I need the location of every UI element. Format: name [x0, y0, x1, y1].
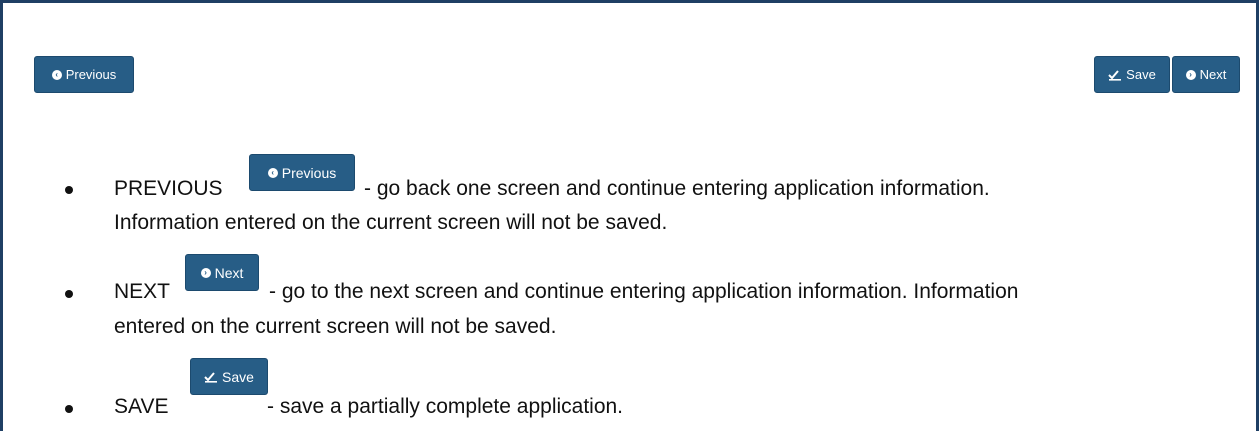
- next-button-example: › Next: [185, 254, 259, 291]
- previous-button-label: Previous: [65, 67, 117, 82]
- list-item-term: PREVIOUS: [114, 177, 223, 200]
- list-item-text: - go back one screen and continue enteri…: [364, 177, 990, 200]
- save-button-label: Save: [1126, 67, 1156, 82]
- list-item-term: SAVE: [114, 395, 169, 418]
- save-example-label: Save: [222, 368, 254, 385]
- save-check-icon: [204, 371, 218, 383]
- next-button-label: Next: [1199, 67, 1227, 82]
- chevron-left-circle-icon: ‹: [51, 69, 62, 80]
- chevron-right-circle-icon: ›: [1185, 69, 1196, 80]
- bullet-dot: [65, 290, 73, 298]
- bullet-dot: [65, 186, 73, 194]
- list-item-text: entered on the current screen will not b…: [114, 315, 557, 338]
- chevron-left-circle-icon: ‹: [267, 167, 278, 178]
- previous-button-example: ‹ Previous: [249, 154, 355, 191]
- list-item-text: - save a partially complete application.: [267, 395, 624, 418]
- list-item-text: - go to the next screen and continue ent…: [269, 280, 1019, 303]
- list-item-term: NEXT: [114, 280, 171, 303]
- save-check-icon: [1108, 69, 1122, 81]
- save-button-example: Save: [190, 358, 268, 395]
- chevron-right-circle-icon: ›: [200, 267, 211, 278]
- document-frame: ‹ Previous Save › Next PREVIOUS ‹ Previo…: [0, 0, 1259, 431]
- save-button[interactable]: Save: [1094, 56, 1170, 93]
- next-example-label: Next: [214, 264, 244, 281]
- previous-button[interactable]: ‹ Previous: [34, 56, 134, 93]
- next-button[interactable]: › Next: [1172, 56, 1240, 93]
- list-item-text: Information entered on the current scree…: [114, 211, 668, 234]
- bullet-dot: [65, 405, 73, 413]
- previous-example-label: Previous: [281, 164, 337, 181]
